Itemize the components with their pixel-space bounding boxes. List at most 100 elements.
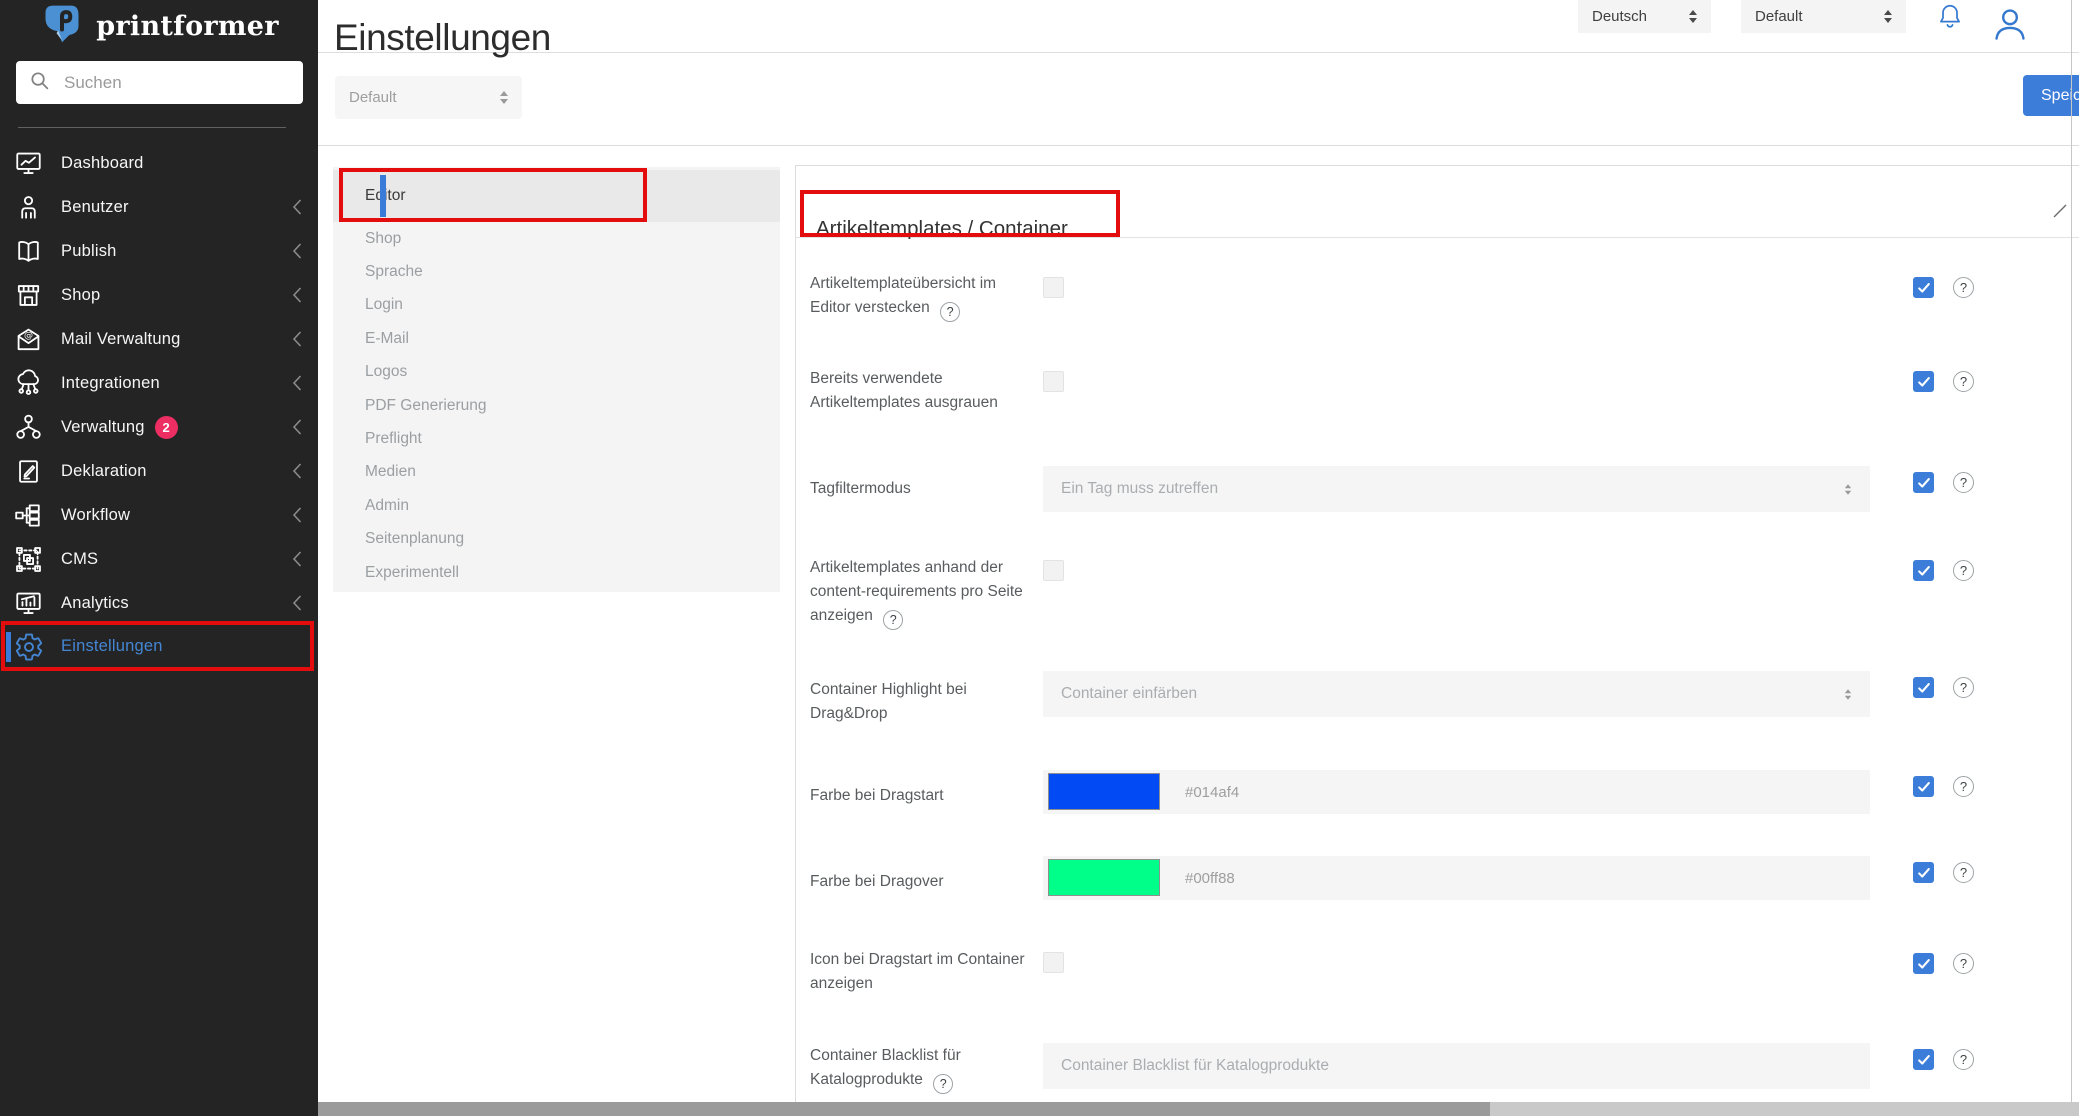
checkbox-artikeltemplates-ausgrauen[interactable] <box>1043 371 1064 392</box>
help-icon[interactable]: ? <box>933 1074 953 1094</box>
sidebar-item-mail-verwaltung[interactable]: @ Mail Verwaltung <box>0 317 318 361</box>
chevron-left-icon <box>292 243 302 260</box>
chevron-left-icon <box>292 595 302 612</box>
logo[interactable]: printformer <box>0 2 318 51</box>
help-icon[interactable]: ? <box>940 302 960 322</box>
sidebar-item-verwaltung[interactable]: Verwaltung 2 <box>0 405 318 449</box>
help-icon[interactable]: ? <box>1953 677 1974 698</box>
sidebar-nav: Dashboard Benutzer Publish Sh <box>0 141 318 625</box>
help-icon[interactable]: ? <box>1953 472 1974 493</box>
help-icon[interactable]: ? <box>883 610 903 630</box>
select-arrows-icon <box>1884 10 1892 23</box>
select-arrows-icon <box>1845 689 1851 699</box>
tab-admin[interactable]: Admin <box>333 489 780 522</box>
tagfiltermodus-select[interactable]: Ein Tag muss zutreffen <box>1043 466 1870 512</box>
container-highlight-select[interactable]: Container einfärben <box>1043 671 1870 717</box>
sidebar-item-integrationen[interactable]: Integrationen <box>0 361 318 405</box>
field-label: Artikeltemplateübersicht im Editor verst… <box>810 272 1030 322</box>
tab-label: Seitenplanung <box>365 530 464 548</box>
field-enabled-checkbox[interactable] <box>1913 560 1934 581</box>
tab-list: Shop Sprache Login E-Mail Logos PDF Gene… <box>333 222 780 589</box>
tab-medien[interactable]: Medien <box>333 456 780 489</box>
field-enabled-checkbox[interactable] <box>1913 953 1934 974</box>
field-enabled-checkbox[interactable] <box>1913 472 1934 493</box>
sidebar-item-einstellungen[interactable]: Einstellungen <box>0 623 318 670</box>
help-icon[interactable]: ? <box>1953 862 1974 883</box>
settings-tabs: Editor Shop Sprache Login E-Mail Logos P… <box>333 167 780 592</box>
checkbox-icon-bei-dragstart[interactable] <box>1043 952 1064 973</box>
chevron-left-icon <box>292 463 302 480</box>
user-account-icon[interactable] <box>1990 6 2030 45</box>
notification-badge: 2 <box>155 416 178 439</box>
tab-pdf-generierung[interactable]: PDF Generierung <box>333 389 780 422</box>
field-enabled-checkbox[interactable] <box>1913 371 1934 392</box>
vertical-scrollbar-track[interactable] <box>2071 0 2072 1116</box>
sidebar-item-cms[interactable]: CMS <box>0 537 318 581</box>
help-icon[interactable]: ? <box>1953 776 1974 797</box>
mail-icon: @ <box>13 325 44 354</box>
field-enabled-checkbox[interactable] <box>1913 862 1934 883</box>
tab-label: PDF Generierung <box>365 397 486 415</box>
checkbox-content-requirements[interactable] <box>1043 560 1064 581</box>
sidebar-item-shop[interactable]: Shop <box>0 273 318 317</box>
tab-experimentell[interactable]: Experimentell <box>333 556 780 589</box>
tab-logos[interactable]: Logos <box>333 356 780 389</box>
sidebar-item-benutzer[interactable]: Benutzer <box>0 185 318 229</box>
checkbox-artikeltemplateuebersicht[interactable] <box>1043 277 1064 298</box>
color-hex-value: #00ff88 <box>1185 856 1235 900</box>
horizontal-scrollbar-thumb[interactable] <box>318 1102 1490 1116</box>
field-label: Farbe bei Dragstart <box>810 784 1030 808</box>
sidebar-item-label: Benutzer <box>61 198 129 217</box>
field-enabled-checkbox[interactable] <box>1913 677 1934 698</box>
search-input[interactable] <box>62 72 291 94</box>
select-arrows-icon <box>1845 484 1851 494</box>
chevron-left-icon <box>292 287 302 304</box>
language-select[interactable]: Deutsch <box>1578 0 1711 33</box>
help-icon[interactable]: ? <box>1953 953 1974 974</box>
horizontal-scrollbar-track[interactable] <box>318 1102 2079 1116</box>
help-icon[interactable]: ? <box>1953 277 1974 298</box>
panel-title: Artikeltemplates / Container <box>816 217 1068 241</box>
book-icon <box>13 237 44 266</box>
profile-select[interactable]: Default <box>1741 0 1906 33</box>
tab-seitenplanung[interactable]: Seitenplanung <box>333 523 780 556</box>
sidebar-item-deklaration[interactable]: Deklaration <box>0 449 318 493</box>
field-enabled-checkbox[interactable] <box>1913 277 1934 298</box>
sidebar-item-label: Mail Verwaltung <box>61 330 180 349</box>
select-arrows-icon <box>500 91 508 104</box>
sidebar-item-analytics[interactable]: Analytics <box>0 581 318 625</box>
cms-icon <box>13 545 44 574</box>
toolbar-divider <box>318 145 2079 146</box>
notifications-bell-icon[interactable] <box>1936 2 1964 36</box>
tab-email[interactable]: E-Mail <box>333 322 780 355</box>
help-icon[interactable]: ? <box>1953 371 1974 392</box>
tab-editor[interactable]: Editor <box>333 170 780 222</box>
color-hex-value: #014af4 <box>1185 770 1239 814</box>
sidebar: printformer Dashboard Benut <box>0 0 318 1116</box>
color-swatch[interactable] <box>1048 773 1160 810</box>
profile-select-value: Default <box>1755 8 1803 25</box>
field-enabled-checkbox[interactable] <box>1913 776 1934 797</box>
printformer-logo-icon <box>39 2 85 51</box>
container-blacklist-input[interactable] <box>1043 1043 1870 1089</box>
chevron-left-icon <box>292 375 302 392</box>
sidebar-item-workflow[interactable]: Workflow <box>0 493 318 537</box>
tab-label: Logos <box>365 363 407 381</box>
settings-scope-select[interactable]: Default <box>335 76 522 119</box>
tab-preflight[interactable]: Preflight <box>333 422 780 455</box>
field-enabled-checkbox[interactable] <box>1913 1049 1934 1070</box>
sidebar-item-dashboard[interactable]: Dashboard <box>0 141 318 185</box>
color-swatch[interactable] <box>1048 859 1160 896</box>
analytics-icon <box>13 589 44 618</box>
help-icon[interactable]: ? <box>1953 560 1974 581</box>
help-icon[interactable]: ? <box>1953 1049 1974 1070</box>
tab-shop[interactable]: Shop <box>333 222 780 255</box>
sidebar-item-label: CMS <box>61 550 98 569</box>
chevron-left-icon <box>292 331 302 348</box>
tab-sprache[interactable]: Sprache <box>333 255 780 288</box>
sidebar-search <box>16 61 303 104</box>
sidebar-item-publish[interactable]: Publish <box>0 229 318 273</box>
tab-login[interactable]: Login <box>333 289 780 322</box>
user-icon <box>13 193 44 222</box>
chevron-left-icon <box>292 551 302 568</box>
